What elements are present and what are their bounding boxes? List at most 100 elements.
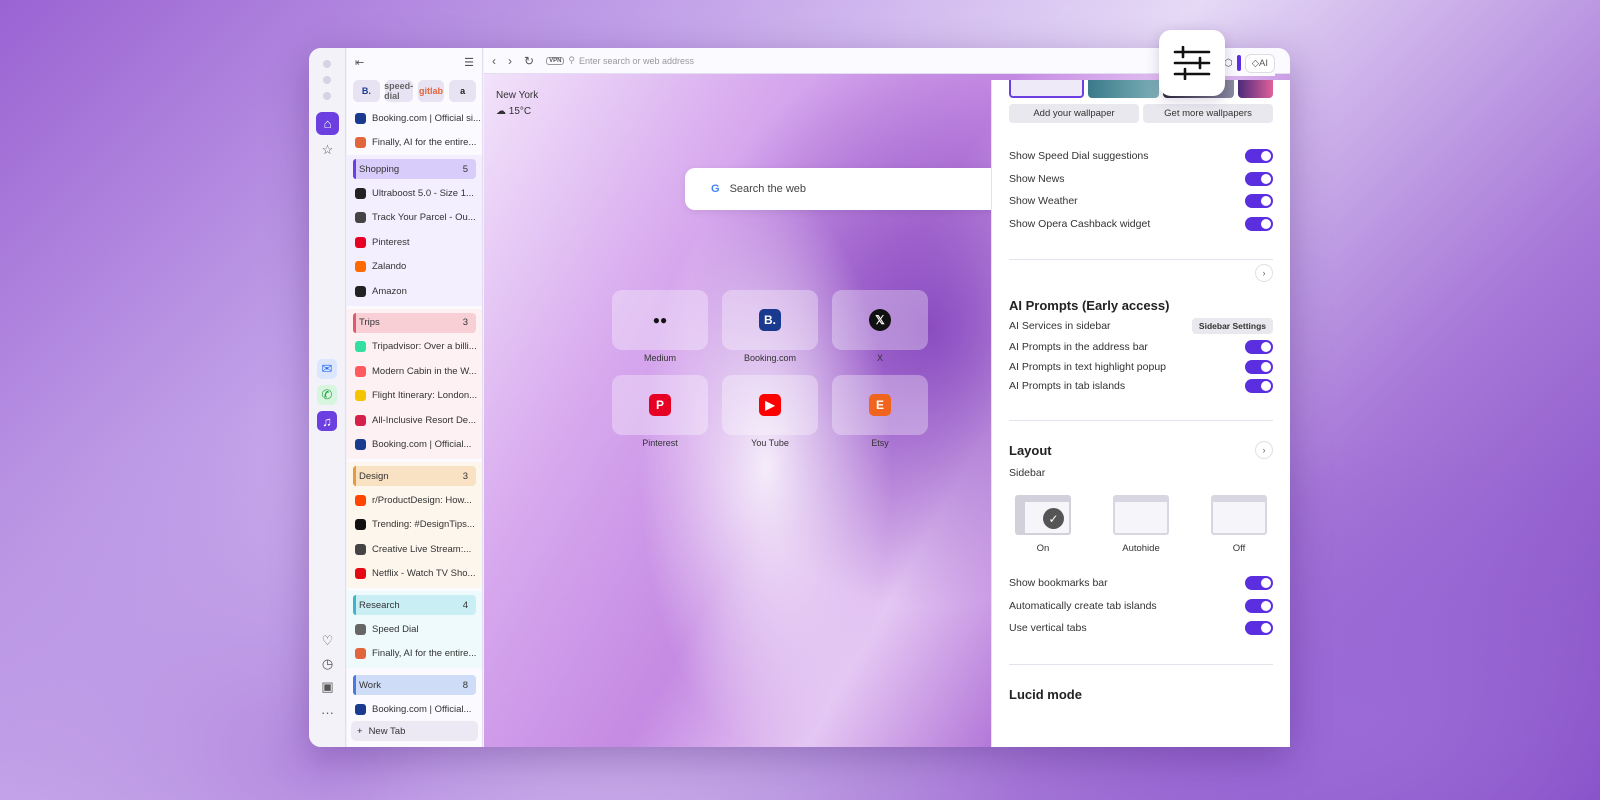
tab-item[interactable]: Zalando: [347, 255, 482, 280]
tab-title: Flight Itinerary: London...: [372, 390, 478, 402]
tab-island: Design 3 r/ProductDesign: How... Trending: …: [347, 462, 482, 588]
booking-icon: [355, 703, 366, 715]
forward-icon[interactable]: ›: [508, 54, 512, 68]
tab-item[interactable]: Booking.com | Official si...: [347, 106, 482, 131]
toggle-switch[interactable]: [1245, 171, 1273, 186]
wallpaper-thumb[interactable]: [1237, 80, 1273, 98]
setting-row: Show Speed Dial suggestions: [1009, 145, 1273, 168]
layout-option-on[interactable]: ✓ On: [1015, 495, 1071, 554]
tab-island-header[interactable]: Research 4: [353, 595, 476, 615]
toggle-switch[interactable]: [1245, 576, 1273, 591]
toggle-switch[interactable]: [1245, 621, 1273, 636]
get-wallpapers-button[interactable]: Get more wallpapers: [1143, 104, 1273, 123]
speed-dial-tile[interactable]: 𝕏: [832, 290, 928, 350]
pinned-tab[interactable]: a: [449, 80, 477, 102]
extensions-icon[interactable]: ⬡: [1224, 58, 1233, 69]
back-icon[interactable]: ‹: [492, 54, 496, 68]
heart-icon[interactable]: ♡: [316, 629, 339, 652]
tab-item[interactable]: Flight Itinerary: London...: [347, 384, 482, 409]
chevron-right-icon[interactable]: ›: [1255, 264, 1273, 282]
home-icon[interactable]: ⌂: [316, 112, 339, 135]
tab-item[interactable]: Creative Live Stream:...: [347, 537, 482, 562]
more-icon[interactable]: ···: [316, 701, 339, 724]
tab-item[interactable]: r/ProductDesign: How...: [347, 488, 482, 513]
weather-widget[interactable]: New York ☁ 15°C: [496, 88, 538, 120]
speed-dial-label: Booking.com: [743, 353, 797, 363]
music-icon[interactable]: ♫: [317, 411, 337, 431]
tab-item[interactable]: Tripadvisor: Over a billi...: [347, 335, 482, 360]
setting-label: Automatically create tab islands: [1009, 599, 1157, 612]
speed-dial-tile[interactable]: ▶: [722, 375, 818, 435]
new-tab-button[interactable]: + New Tab: [351, 721, 478, 741]
toggle-switch[interactable]: [1245, 149, 1273, 164]
toggle-switch[interactable]: [1245, 359, 1273, 374]
tab-island-header[interactable]: Work 8: [353, 675, 476, 695]
tab-item[interactable]: Speed Dial: [347, 617, 482, 642]
x-icon: 𝕏: [869, 309, 891, 331]
tab-item[interactable]: Trending: #DesignTips...: [347, 513, 482, 538]
sidebar-settings-button[interactable]: Sidebar Settings: [1191, 318, 1273, 335]
history-icon[interactable]: ◷: [316, 652, 339, 675]
toggle-switch[interactable]: [1245, 598, 1273, 613]
pinterest-icon: P: [649, 394, 671, 416]
speed-dial-tile[interactable]: E: [832, 375, 928, 435]
setting-label: Show Speed Dial suggestions: [1009, 150, 1149, 163]
toggle-switch[interactable]: [1245, 379, 1273, 394]
web-search-box[interactable]: G Search the web: [685, 168, 1005, 210]
tab-title: Zalando: [372, 261, 407, 273]
toggle-switch[interactable]: [1245, 194, 1273, 209]
ai-button[interactable]: ◇AI: [1244, 53, 1276, 73]
tab-island: Shopping 5 Ultraboost 5.0 - Size 1... Track…: [347, 155, 482, 306]
setting-label: Show bookmarks bar: [1009, 577, 1108, 590]
pinned-tab[interactable]: gitlab: [417, 80, 445, 102]
speed-dial-tile[interactable]: ●●: [612, 290, 708, 350]
tab-item[interactable]: Booking.com | Official...: [347, 697, 482, 722]
tab-item[interactable]: Finally, AI for the entire...: [347, 131, 482, 156]
lucid-mode-title: Lucid mode: [1009, 686, 1082, 702]
messenger-icon[interactable]: ✉: [317, 359, 337, 379]
island-name: Trips: [359, 317, 380, 328]
whatsapp-icon[interactable]: ✆: [317, 385, 337, 405]
tab-item[interactable]: Netflix - Watch TV Sho...: [347, 562, 482, 587]
toggle-switch[interactable]: [1245, 216, 1273, 231]
toggle-switch[interactable]: [1245, 340, 1273, 355]
tab-item[interactable]: Booking.com | Official...: [347, 433, 482, 458]
wallpaper-thumb[interactable]: [1009, 80, 1084, 98]
pinterest-icon: [355, 236, 366, 248]
tab-item[interactable]: Modern Cabin in the W...: [347, 359, 482, 384]
setting-row: AI Prompts in text highlight popup: [1009, 357, 1273, 377]
tab-island-header[interactable]: Trips 3: [353, 312, 476, 333]
wallpaper-thumb[interactable]: [1087, 80, 1159, 98]
weather-city: New York: [496, 90, 539, 101]
add-wallpaper-button[interactable]: Add your wallpaper: [1009, 104, 1139, 123]
chevron-right-icon[interactable]: ›: [1255, 441, 1273, 459]
tab-search-icon[interactable]: ☰: [464, 56, 474, 69]
speed-dial-tile[interactable]: P: [612, 375, 708, 435]
pinned-tab[interactable]: speed-dial: [384, 80, 413, 102]
tab-item[interactable]: Finally, AI for the entire...: [347, 642, 482, 667]
collapse-sidebar-icon[interactable]: ⇤: [355, 56, 364, 69]
star-icon[interactable]: ☆: [316, 138, 339, 161]
pinned-tab[interactable]: B.: [353, 80, 380, 102]
tab-item[interactable]: Ultraboost 5.0 - Size 1...: [347, 181, 482, 206]
tab-title: Pinterest: [372, 236, 410, 248]
settings-sliders-icon[interactable]: [1159, 30, 1225, 96]
setting-row: AI Prompts in the address bar: [1009, 338, 1273, 358]
tab-item[interactable]: Track Your Parcel - Ou...: [347, 206, 482, 231]
layout-option-off[interactable]: Off: [1211, 495, 1267, 554]
speed-dial-label: X: [876, 353, 883, 363]
tab-item[interactable]: Amazon: [347, 279, 482, 304]
tab-island-header[interactable]: Design 3: [353, 466, 476, 486]
setting-row: Show Weather: [1009, 190, 1273, 213]
layout-option-autohide[interactable]: Autohide: [1113, 495, 1169, 554]
gift-icon[interactable]: ▣: [316, 675, 339, 698]
tab-island-header[interactable]: Shopping 5: [353, 159, 476, 179]
window-controls[interactable]: [323, 60, 331, 100]
tab-item[interactable]: Pinterest: [347, 230, 482, 255]
address-input[interactable]: Enter search or web address: [579, 56, 694, 66]
speed-dial-tile[interactable]: B.: [722, 290, 818, 350]
vpn-badge[interactable]: VPN: [546, 56, 565, 65]
reload-icon[interactable]: ↻: [524, 54, 534, 68]
island-count: 5: [462, 163, 468, 175]
tab-item[interactable]: All-Inclusive Resort De...: [347, 408, 482, 433]
